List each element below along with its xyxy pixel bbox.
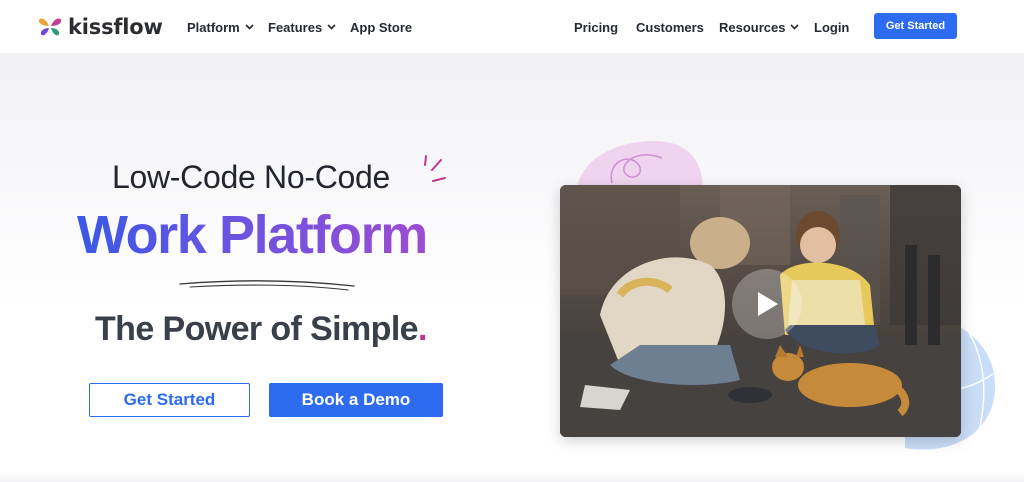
nav-pricing-label: Pricing bbox=[574, 19, 619, 35]
nav-app-store[interactable]: App Store bbox=[350, 18, 412, 36]
nav-login-label: Login bbox=[814, 19, 850, 35]
nav-platform[interactable]: Platform bbox=[187, 18, 254, 36]
sparkle-accent-icon bbox=[424, 155, 446, 182]
nav-app-store-label: App Store bbox=[350, 19, 413, 35]
hero-tagline-dot: . bbox=[418, 310, 427, 348]
nav-get-started-button[interactable]: Get Started bbox=[874, 13, 957, 39]
chevron-down-icon bbox=[790, 24, 800, 30]
top-navbar: kissflow Platform Features App Store Pri… bbox=[0, 0, 1024, 54]
hero-book-demo-button[interactable]: Book a Demo bbox=[269, 383, 443, 417]
nav-customers-label: Customers bbox=[636, 19, 704, 35]
chevron-down-icon bbox=[327, 24, 336, 30]
butterfly-logo-icon bbox=[38, 18, 62, 36]
hero-line-1: Low-Code No-Code bbox=[112, 159, 391, 195]
brand-name: kissflow bbox=[68, 15, 163, 39]
hero-tagline-text: The Power of Simple bbox=[95, 310, 419, 348]
nav-features-label: Features bbox=[268, 19, 323, 35]
hero-get-started-button[interactable]: Get Started bbox=[89, 383, 250, 417]
chevron-down-icon bbox=[245, 24, 254, 30]
hero-section: Low-Code No-Code Work Platform The Power… bbox=[0, 54, 1024, 482]
hero-line-2: Work Platform bbox=[77, 205, 428, 265]
nav-customers[interactable]: Customers bbox=[636, 18, 704, 36]
brand-logo[interactable]: kissflow bbox=[38, 14, 163, 40]
nav-resources-label: Resources bbox=[719, 19, 786, 35]
nav-resources[interactable]: Resources bbox=[719, 18, 800, 36]
section-divider bbox=[0, 472, 1024, 482]
nav-platform-label: Platform bbox=[187, 19, 240, 35]
hero-video-thumbnail[interactable] bbox=[560, 185, 961, 437]
nav-pricing[interactable]: Pricing bbox=[574, 18, 618, 36]
play-icon bbox=[758, 292, 778, 316]
nav-features[interactable]: Features bbox=[268, 18, 336, 36]
nav-login[interactable]: Login bbox=[814, 18, 849, 36]
play-button[interactable] bbox=[732, 269, 802, 339]
hero-tagline: The Power of Simple. bbox=[95, 310, 427, 349]
underline-scribble-icon bbox=[179, 280, 355, 291]
